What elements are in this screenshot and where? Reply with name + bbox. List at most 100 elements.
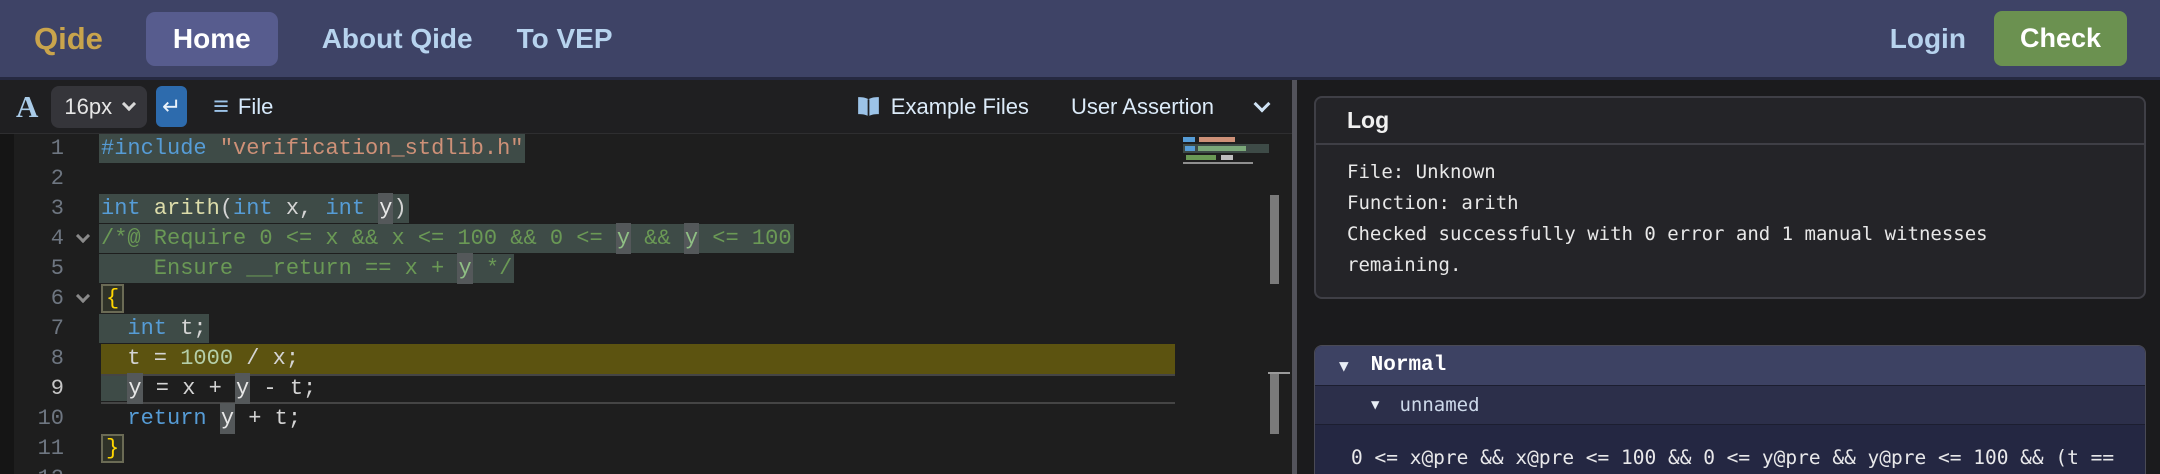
nav-tab-vep[interactable]: To VEP [517,23,613,55]
code-line[interactable]: 1#include "verification_stdlib.h" [0,134,1292,164]
minimap-chip [1199,137,1235,142]
code-token [101,316,127,341]
file-menu-label: File [238,94,273,120]
file-menu[interactable]: ≡ File [213,93,273,120]
code-token [101,376,127,401]
editor-toolbar: A 16px ↵ ≡ File Example Fil [0,80,1292,134]
minimap-chip [1185,146,1195,151]
scrollbar-thumb[interactable] [1270,195,1279,284]
example-files-menu[interactable]: Example Files [855,94,1029,120]
code-line-content[interactable]: /*@ Require 0 <= x && x <= 100 && 0 <= y… [101,224,1175,254]
code-line[interactable]: 2 [0,164,1292,194]
code-line-content[interactable] [101,164,1175,194]
qide-app: Qide Home About Qide To VEP Login Check … [0,0,2160,474]
fold-column[interactable] [64,224,101,254]
code-token: t = [101,346,180,371]
code-line[interactable]: 8 t = 1000 / x; [0,344,1292,374]
toolbar-right: Example Files User Assertion [855,94,1292,120]
code-token: /*@ Require 0 <= x && x <= 100 && 0 <= [101,226,616,251]
code-line-content[interactable]: int arith(int x, int y) [101,194,1175,224]
selection-highlight: int arith(int x, int y) [101,196,407,221]
code-line-content[interactable]: int t; [101,314,1175,344]
code-line-content[interactable]: { [101,284,1175,314]
log-card: Log File: Unknown Function: arith Checke… [1314,96,2146,299]
code-line[interactable]: 7 int t; [0,314,1292,344]
nav-tab-home[interactable]: Home [146,12,278,66]
chevron-down-icon[interactable] [1254,95,1271,112]
assertion-item-label: unnamed [1399,394,1479,416]
font-size-select[interactable]: 16px [51,86,147,128]
editor-section: A 16px ↵ ≡ File Example Fil [0,80,1292,474]
code-token: t; [167,316,207,341]
brand-logo[interactable]: Qide [34,21,103,57]
fold-column [64,434,101,464]
word-highlight: y [127,373,142,404]
assertion-card: ▼ Normal ▼ unnamed 0 <= x@pre && x@pre <… [1314,345,2146,474]
code-line[interactable]: 11} [0,434,1292,464]
check-button[interactable]: Check [1994,11,2127,66]
hamburger-icon: ≡ [213,93,229,120]
font-icon[interactable]: A [16,89,38,125]
code-token: { [101,284,124,313]
selection-highlight: /*@ Require 0 <= x && x <= 100 && 0 <= y… [101,226,792,251]
word-highlight: y [235,373,250,404]
code-line[interactable]: 4/*@ Require 0 <= x && x <= 100 && 0 <= … [0,224,1292,254]
error-highlight-line[interactable]: t = 1000 / x; [101,344,1175,374]
scrollbar-thumb[interactable] [1270,374,1279,434]
fold-chevron-icon[interactable] [75,229,89,243]
user-assertion-select[interactable]: User Assertion [1071,94,1214,120]
code-token: && [631,226,684,251]
nav-tab-about[interactable]: About Qide [322,23,473,55]
code-line-content[interactable]: return y + t; [101,404,1175,434]
example-files-label: Example Files [891,94,1029,120]
collapse-triangle-icon: ▼ [1371,397,1379,413]
fold-column [64,194,101,224]
code-line[interactable]: 5 Ensure __return == x + y */ [0,254,1292,284]
word-highlight: y [220,403,235,434]
user-assertion-label: User Assertion [1071,94,1214,119]
code-line-content[interactable]: } [101,434,1175,464]
code-line[interactable]: 3int arith(int x, int y) [0,194,1292,224]
code-token: + t; [235,406,301,431]
code-line-content[interactable] [101,464,1175,474]
code-token: Ensure __return == x + [101,256,457,281]
assertion-expression: 0 <= x@pre && x@pre <= 100 && 0 <= y@pre… [1315,424,2145,474]
log-line-status: Checked successfully with 0 error and 1 … [1347,219,2113,281]
code-line[interactable]: 10 return y + t; [0,404,1292,434]
code-line[interactable]: 12 [0,464,1292,474]
fold-column [64,134,101,164]
code-token: #include [101,136,207,161]
fold-column [64,254,101,284]
selection-highlight: Ensure __return == x + y */ [101,256,512,281]
code-token [141,196,154,221]
code-line-content[interactable]: Ensure __return == x + y */ [101,254,1175,284]
assertion-group-header[interactable]: ▼ Normal [1315,346,2145,385]
navbar: Qide Home About Qide To VEP Login Check [0,0,2160,80]
code-area[interactable]: 1#include "verification_stdlib.h"23int a… [0,134,1292,474]
assertion-item-header[interactable]: ▼ unnamed [1315,385,2145,424]
code-token: = x + [143,376,235,401]
code-token: */ [473,256,513,281]
fold-column [64,374,101,404]
code-token: int [101,196,141,221]
code-token: 1000 [180,346,233,371]
login-link[interactable]: Login [1890,23,1966,55]
log-card-body: File: Unknown Function: arith Checked su… [1316,145,2144,297]
selection-highlight: int t; [101,316,207,341]
word-highlight: y [378,193,393,224]
fold-column [64,344,101,374]
code-line[interactable]: 6{ [0,284,1292,314]
fold-column[interactable] [64,284,101,314]
fold-column [64,164,101,194]
fold-chevron-icon[interactable] [75,289,89,303]
code-token [207,136,220,161]
minimap[interactable] [1183,135,1269,167]
code-token: "verification_stdlib.h" [220,136,524,161]
code-line-content[interactable]: y = x + y - t; [101,374,1175,404]
code-line-content[interactable]: #include "verification_stdlib.h" [101,134,1175,164]
code-editor[interactable]: 1#include "verification_stdlib.h"23int a… [0,134,1292,474]
code-token [365,196,378,221]
code-line[interactable]: 9 y = x + y - t; [0,374,1292,404]
fold-column [64,314,101,344]
newline-button[interactable]: ↵ [156,86,187,127]
